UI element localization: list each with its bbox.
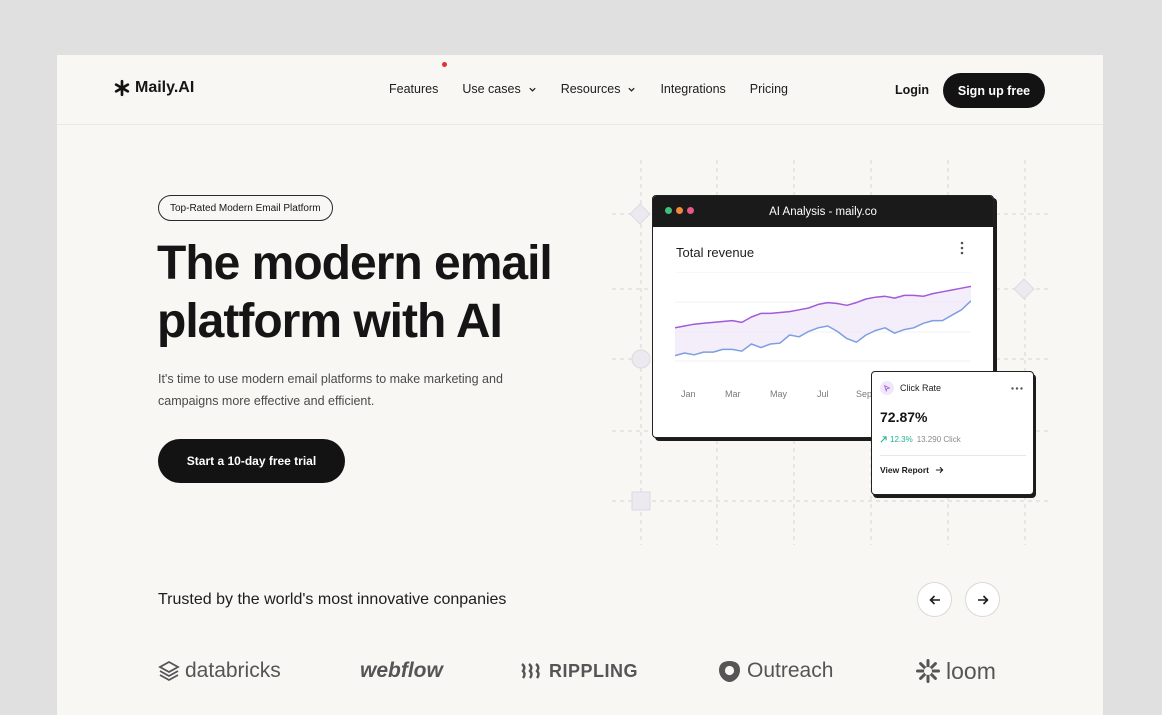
logo-text: loom: [946, 657, 996, 684]
nav-item-features[interactable]: Features: [389, 82, 438, 96]
logo-loom: loom: [915, 653, 996, 689]
loom-icon: [916, 659, 940, 683]
arrow-right-icon: [977, 594, 989, 605]
arrow-up-right-icon: [880, 436, 887, 443]
signup-button[interactable]: Sign up free: [943, 73, 1045, 108]
rippling-icon: [521, 663, 540, 679]
logo-text: RIPPLING: [549, 660, 639, 681]
free-trial-button[interactable]: Start a 10-day free trial: [158, 439, 345, 483]
window-dot-pink: [687, 207, 694, 214]
logo-webflow: webflow: [360, 653, 443, 689]
outreach-icon: [719, 660, 740, 682]
cursor-click-icon: [880, 381, 894, 395]
hero-badge: Top-Rated Modern Email Platform: [158, 195, 333, 221]
nav-item-integrations[interactable]: Integrations: [660, 82, 725, 96]
nav-item-use-cases[interactable]: Use cases: [462, 82, 536, 96]
window-dot-green: [665, 207, 672, 214]
x-tick: Mar: [725, 389, 741, 399]
view-report-link[interactable]: View Report: [880, 465, 944, 475]
logo-rippling: RIPPLING: [520, 653, 638, 689]
nav-item-pricing[interactable]: Pricing: [750, 82, 788, 96]
click-rate-label: Click Rate: [900, 383, 942, 393]
login-link[interactable]: Login: [895, 83, 929, 97]
logo-databricks: databricks: [158, 653, 281, 689]
chart-area-band: [675, 286, 971, 356]
brand-logo[interactable]: Maily.AI: [113, 79, 194, 97]
window-controls: [665, 207, 694, 214]
chevron-down-icon: [628, 87, 636, 92]
click-rate-header: Click Rate: [880, 381, 941, 395]
databricks-icon: [158, 660, 180, 682]
carousel-prev-button[interactable]: [917, 582, 952, 617]
click-rate-card: Click Rate 72.87% 12.3% 13.290 Click Vie…: [871, 371, 1034, 495]
asterisk-logo-icon: [114, 79, 130, 97]
nav-label: Integrations: [660, 82, 726, 96]
brand-name: Maily.AI: [135, 79, 195, 96]
chart-title: Total revenue: [676, 245, 755, 260]
window-titlebar: AI Analysis - maily.co: [653, 196, 993, 227]
carousel-next-button[interactable]: [965, 582, 1000, 617]
nav-item-resources[interactable]: Resources: [561, 82, 637, 96]
click-rate-value: 72.87%: [880, 409, 928, 425]
x-tick: Sep: [856, 389, 873, 399]
nav-label: Pricing: [749, 82, 788, 96]
view-report-label: View Report: [880, 465, 929, 475]
more-vertical-icon[interactable]: [960, 241, 964, 255]
more-horizontal-icon[interactable]: [1011, 387, 1023, 390]
nav-label: Features: [389, 82, 439, 96]
notification-dot: [442, 62, 447, 67]
x-tick: May: [770, 389, 788, 399]
logo-text: webflow: [360, 659, 443, 682]
trusted-heading: Trusted by the world's most innovative c…: [158, 591, 507, 608]
divider: [880, 455, 1026, 456]
logo-outreach: Outreach: [717, 653, 833, 689]
revenue-chart: [675, 272, 971, 362]
hero-subtext: It's time to use modern email platforms …: [158, 372, 503, 408]
click-count: 13.290 Click: [916, 435, 961, 444]
hero-headline: The modern email platform with AI: [157, 237, 553, 348]
arrow-right-icon: [935, 466, 944, 474]
change-indicator: 12.3%: [880, 435, 913, 444]
window-dot-orange: [676, 207, 683, 214]
x-tick: Jan: [681, 389, 696, 399]
nav-label: Resources: [560, 82, 621, 96]
window-title: AI Analysis - maily.co: [769, 205, 877, 218]
main-menu: Features Use cases Resources Integration…: [389, 82, 788, 96]
partner-logos: databricks webflow RIPPLING Outreach loo…: [57, 653, 1103, 689]
chevron-down-icon: [529, 87, 536, 92]
click-rate-stats: 12.3% 13.290 Click: [880, 435, 961, 444]
arrow-left-icon: [928, 594, 940, 605]
landing-page: Maily.AI Features Use cases Resources In…: [57, 55, 1103, 715]
x-tick: Jul: [817, 389, 829, 399]
top-navigation: Maily.AI Features Use cases Resources In…: [57, 55, 1103, 125]
nav-label: Use cases: [462, 82, 521, 96]
logo-text: Outreach: [747, 659, 834, 682]
logo-text: databricks: [185, 659, 281, 682]
change-value: 12.3%: [890, 435, 913, 444]
